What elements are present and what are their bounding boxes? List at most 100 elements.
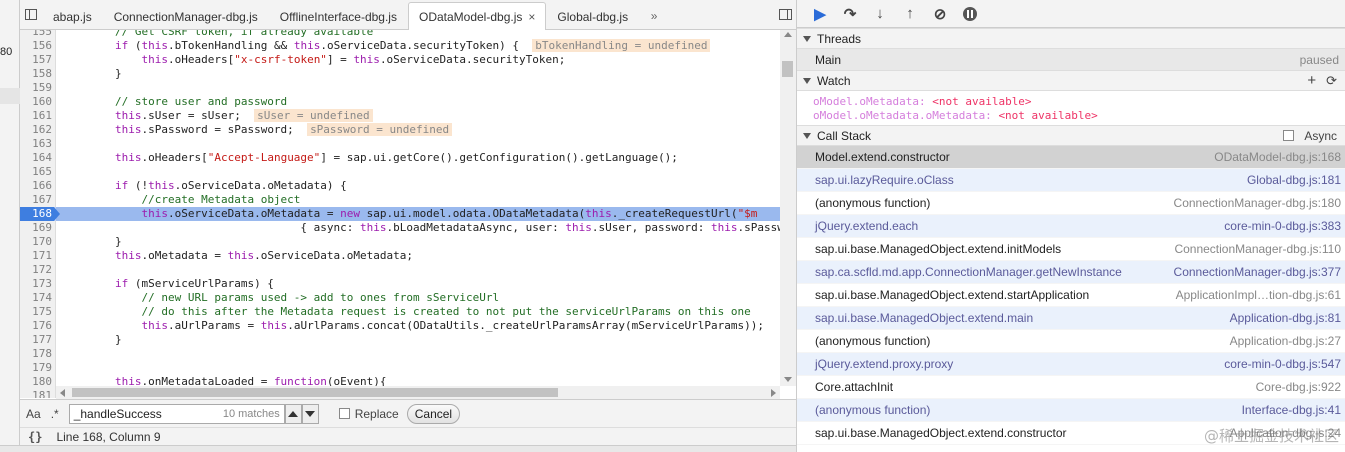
line-number[interactable]: 176 (20, 319, 52, 333)
code-line[interactable]: 171 this.oMetadata = this.oServiceData.o… (20, 249, 780, 263)
line-number[interactable]: 156 (20, 39, 52, 53)
call-frame[interactable]: sap.ui.base.ManagedObject.extend.main App… (797, 307, 1345, 330)
code-line[interactable]: 155 // Get CSRF token, if already availa… (20, 30, 780, 39)
code-line[interactable]: 170 } (20, 235, 780, 249)
watch-expression[interactable]: oModel.oMetadata: <not available> (813, 95, 1345, 109)
line-number[interactable]: 169 (20, 221, 52, 235)
watch-section-header[interactable]: Watch + ⟳ (797, 70, 1345, 91)
frame-location[interactable]: ConnectionManager-dbg.js:110 (1174, 242, 1341, 256)
code-line[interactable]: 176 this.aUrlParams = this.aUrlParams.co… (20, 319, 780, 333)
current-execution-line[interactable]: 168 this.oServiceData.oMetadata = new sa… (20, 207, 780, 221)
scroll-thumb[interactable] (782, 61, 793, 77)
line-number[interactable]: 172 (20, 263, 52, 277)
code-line[interactable]: 161 this.sUser = sUser; sUser = undefine… (20, 109, 780, 123)
line-number[interactable]: 164 (20, 151, 52, 165)
cancel-button[interactable]: Cancel (406, 403, 461, 424)
code-line[interactable]: 169 { async: this.bLoadMetadataAsync, us… (20, 221, 784, 235)
tab-overflow-icon[interactable]: » (639, 3, 669, 29)
code-editor[interactable]: 155 // Get CSRF token, if already availa… (20, 30, 796, 398)
line-number[interactable]: 165 (20, 165, 52, 179)
frame-location[interactable]: Application-dbg.js:27 (1230, 334, 1341, 348)
scroll-right-icon[interactable] (771, 389, 776, 397)
code-line[interactable]: 162 this.sPassword = sPassword; sPasswor… (20, 123, 780, 137)
line-number[interactable]: 175 (20, 305, 52, 319)
search-input-value[interactable]: _handleSuccess (70, 407, 223, 421)
frame-location[interactable]: Core-dbg.js:922 (1256, 380, 1341, 394)
line-number[interactable]: 171 (20, 249, 52, 263)
code-line[interactable]: 156 if (this.bTokenHandling && this.oSer… (20, 39, 780, 53)
frame-location[interactable]: ApplicationImpl…tion-dbg.js:61 (1176, 288, 1341, 302)
line-number[interactable]: 158 (20, 67, 52, 81)
line-number[interactable]: 157 (20, 53, 52, 67)
code-line[interactable]: 164 this.oHeaders["Accept-Language"] = s… (20, 151, 780, 165)
tab-abap-js[interactable]: abap.js (42, 3, 103, 29)
code-line[interactable]: 157 this.oHeaders["x-csrf-token"] = this… (20, 53, 780, 67)
call-frame[interactable]: sap.ui.base.ManagedObject.extend.startAp… (797, 284, 1345, 307)
line-number[interactable]: 162 (20, 123, 52, 137)
line-number[interactable]: 173 (20, 277, 52, 291)
scroll-thumb[interactable] (72, 388, 558, 397)
search-input[interactable]: _handleSuccess 10 matches (68, 403, 285, 424)
frame-location[interactable]: ODataModel-dbg.js:168 (1214, 150, 1341, 164)
step-out-button[interactable]: ↑ (895, 3, 925, 25)
pretty-print-button[interactable]: {} (28, 430, 42, 444)
debugger-sidebar-toggle-icon[interactable] (774, 0, 796, 29)
find-next-button[interactable] (301, 403, 319, 424)
code-line[interactable]: 167 //create Metadata object (20, 193, 780, 207)
call-frame[interactable]: Core.attachInit Core-dbg.js:922 (797, 376, 1345, 399)
code-line[interactable]: 160 // store user and password (20, 95, 780, 109)
resume-button[interactable]: ▶ (805, 3, 835, 25)
frame-location[interactable]: ConnectionManager-dbg.js:377 (1174, 265, 1341, 279)
code-line[interactable]: 172 (20, 263, 780, 277)
code-line[interactable]: 165 (20, 165, 780, 179)
line-number[interactable]: 160 (20, 95, 52, 109)
step-into-button[interactable]: ↓ (865, 3, 895, 25)
code-line[interactable]: 158 } (20, 67, 780, 81)
code-line[interactable]: 174 // new URL params used -> add to one… (20, 291, 780, 305)
call-frame[interactable]: sap.ca.scfld.md.app.ConnectionManager.ge… (797, 261, 1345, 284)
line-number[interactable]: 166 (20, 179, 52, 193)
line-number[interactable]: 177 (20, 333, 52, 347)
call-stack-section-header[interactable]: Call Stack Async (797, 125, 1345, 146)
line-number[interactable]: 161 (20, 109, 52, 123)
match-case-toggle[interactable]: Aa (26, 407, 41, 421)
watch-expression[interactable]: oModel.oMetadata.oMetadata: <not availab… (813, 109, 1345, 123)
add-watch-icon[interactable]: + (1307, 72, 1316, 89)
tab-global-dbg-js[interactable]: Global-dbg.js (546, 3, 639, 29)
frame-location[interactable]: core-min-0-dbg.js:383 (1224, 219, 1341, 233)
deactivate-breakpoints-button[interactable]: ⊘ (925, 3, 955, 25)
line-number[interactable]: 181 (20, 389, 52, 398)
pause-on-exceptions-button[interactable] (955, 3, 985, 25)
tab-odatamodel-dbg-js[interactable]: ODataModel-dbg.js × (407, 2, 547, 30)
close-tab-icon[interactable]: × (528, 10, 535, 24)
line-number[interactable]: 179 (20, 361, 52, 375)
line-number[interactable]: 163 (20, 137, 52, 151)
call-frame[interactable]: jQuery.extend.each core-min-0-dbg.js:383 (797, 215, 1345, 238)
line-number[interactable]: 170 (20, 235, 52, 249)
call-frame[interactable]: Model.extend.constructor ODataModel-dbg.j… (797, 146, 1345, 169)
code-line[interactable]: 175 // do this after the Metadata reques… (20, 305, 780, 319)
code-line[interactable]: 159 (20, 81, 780, 95)
line-number[interactable]: 168 (20, 207, 52, 221)
frame-location[interactable]: ConnectionManager-dbg.js:180 (1174, 196, 1341, 210)
call-frame[interactable]: (anonymous function) Interface-dbg.js:41 (797, 399, 1345, 422)
line-number[interactable]: 174 (20, 291, 52, 305)
scroll-up-icon[interactable] (784, 32, 792, 37)
editor-horizontal-scrollbar[interactable] (56, 386, 780, 399)
call-frame[interactable]: (anonymous function) ConnectionManager-db… (797, 192, 1345, 215)
line-number[interactable]: 180 (20, 375, 52, 389)
call-frame[interactable]: sap.ui.lazyRequire.oClass Global-dbg.js:1… (797, 169, 1345, 192)
replace-checkbox[interactable] (338, 408, 350, 419)
regex-toggle[interactable]: .* (51, 407, 59, 421)
frame-location[interactable]: core-min-0-dbg.js:547 (1224, 357, 1341, 371)
line-number[interactable]: 159 (20, 81, 52, 95)
frame-location[interactable]: Global-dbg.js:181 (1247, 173, 1341, 187)
code-line[interactable]: 173 if (mServiceUrlParams) { (20, 277, 780, 291)
async-checkbox[interactable] (1283, 130, 1295, 141)
frame-location[interactable]: Interface-dbg.js:41 (1242, 403, 1341, 417)
line-number[interactable]: 155 (20, 30, 52, 39)
code-line[interactable]: 178 (20, 347, 780, 361)
code-line[interactable]: 179 (20, 361, 780, 375)
line-number[interactable]: 167 (20, 193, 52, 207)
tab-connectionmanager-dbg-js[interactable]: ConnectionManager-dbg.js (103, 3, 269, 29)
